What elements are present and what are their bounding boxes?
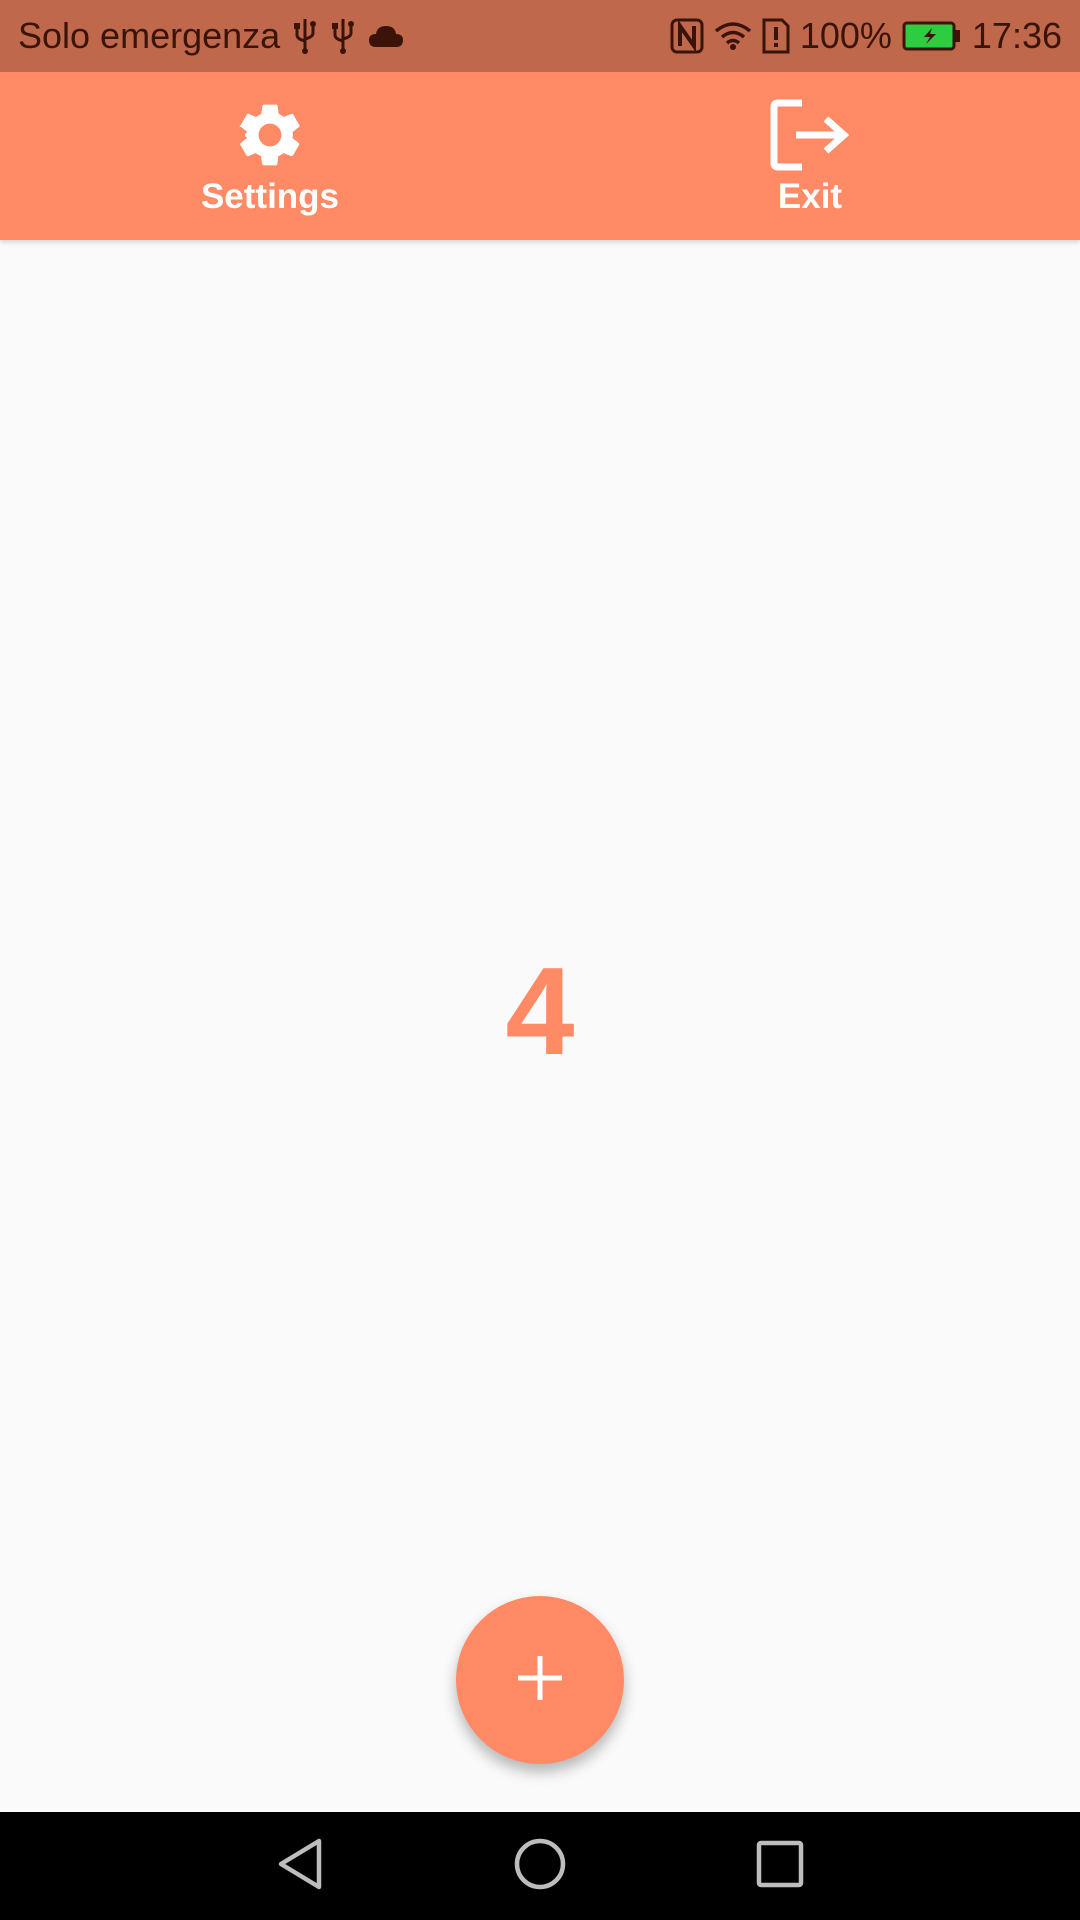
exit-button[interactable]: Exit: [540, 72, 1080, 240]
usb-icon: [330, 17, 356, 55]
status-right: 100% 17:36: [670, 15, 1062, 57]
wifi-icon: [714, 21, 752, 51]
gear-icon: [232, 95, 308, 175]
settings-label: Settings: [200, 177, 340, 216]
cloud-icon: [368, 23, 404, 49]
settings-button[interactable]: Settings: [0, 72, 540, 240]
counter-value: 4: [505, 943, 575, 1081]
battery-charging-icon: [902, 21, 962, 51]
battery-percent: 100%: [799, 15, 892, 56]
nfc-icon: [670, 18, 704, 54]
exit-label: Exit: [777, 177, 843, 216]
recents-icon: [756, 1840, 804, 1893]
nav-back-button[interactable]: [180, 1812, 420, 1920]
back-icon: [275, 1837, 325, 1896]
add-button[interactable]: [456, 1596, 624, 1764]
nav-recents-button[interactable]: [660, 1812, 900, 1920]
status-time: 17:36: [971, 15, 1062, 56]
navigation-bar: [0, 1812, 1080, 1920]
top-toolbar: Settings Exit: [0, 72, 1080, 240]
status-left: Solo emergenza: [18, 15, 670, 57]
plus-icon: [515, 1653, 565, 1708]
exit-icon: [770, 95, 850, 175]
usb-icon: [292, 17, 318, 55]
status-bar: Solo emergenza 100% 17:36: [0, 0, 1080, 72]
nav-home-button[interactable]: [420, 1812, 660, 1920]
sim-alert-icon: [762, 18, 790, 54]
carrier-text: Solo emergenza: [18, 15, 281, 56]
home-icon: [513, 1837, 567, 1896]
